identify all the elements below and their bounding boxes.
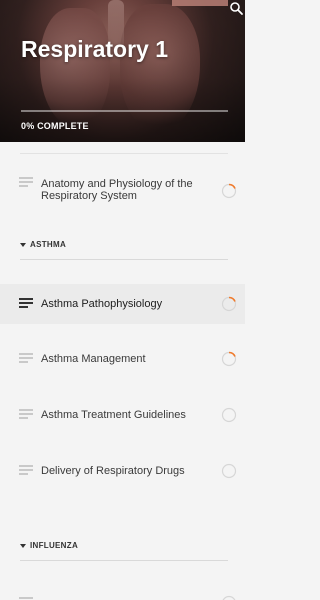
section-asthma[interactable]: ASTHMA bbox=[20, 240, 228, 260]
lesson-list-icon bbox=[19, 465, 33, 475]
lesson-list-icon bbox=[19, 353, 33, 363]
progress-label: 0% COMPLETE bbox=[21, 121, 89, 131]
lesson-item-delivery-respiratory-drugs[interactable]: Delivery of Respiratory Drugs bbox=[0, 451, 245, 491]
collapse-triangle-icon bbox=[20, 242, 26, 247]
lesson-list-icon bbox=[19, 177, 33, 187]
status-circle-icon bbox=[221, 463, 237, 479]
lesson-label: Anatomy and Physiology of the Respirator… bbox=[41, 178, 193, 202]
section-header: ASTHMA bbox=[20, 240, 228, 249]
progress-ring-icon bbox=[221, 296, 237, 312]
search-icon[interactable] bbox=[229, 2, 245, 16]
course-progress-bar bbox=[21, 110, 228, 112]
divider bbox=[20, 153, 228, 154]
lesson-label: Asthma Treatment Guidelines bbox=[41, 409, 186, 421]
lesson-list-icon bbox=[19, 298, 33, 308]
course-header: Respiratory 1 0% COMPLETE bbox=[0, 0, 245, 142]
section-divider bbox=[20, 560, 228, 561]
lesson-list-icon bbox=[19, 409, 33, 419]
progress-ring-icon bbox=[221, 351, 237, 367]
progress-ring-icon bbox=[221, 183, 237, 199]
lesson-item-asthma-treatment-guidelines[interactable]: Asthma Treatment Guidelines bbox=[0, 395, 245, 435]
status-circle-icon bbox=[222, 595, 236, 600]
collapse-triangle-icon bbox=[20, 543, 26, 548]
header-image-strip bbox=[172, 0, 228, 6]
lesson-item-partial[interactable] bbox=[0, 592, 245, 600]
status-circle-icon bbox=[221, 407, 237, 423]
course-title: Respiratory 1 bbox=[21, 36, 169, 62]
lesson-item-anatomy[interactable]: Anatomy and Physiology of the Respirator… bbox=[0, 170, 245, 212]
section-header: INFLUENZA bbox=[20, 541, 228, 550]
section-influenza[interactable]: INFLUENZA bbox=[20, 541, 228, 561]
lesson-label: Asthma Pathophysiology bbox=[41, 298, 163, 310]
lesson-label: Delivery of Respiratory Drugs bbox=[41, 465, 185, 477]
lesson-item-asthma-management[interactable]: Asthma Management bbox=[0, 339, 245, 379]
section-divider bbox=[20, 259, 228, 260]
lesson-item-asthma-pathophysiology[interactable]: Asthma Pathophysiology bbox=[0, 284, 245, 324]
lesson-label: Asthma Management bbox=[41, 353, 146, 365]
